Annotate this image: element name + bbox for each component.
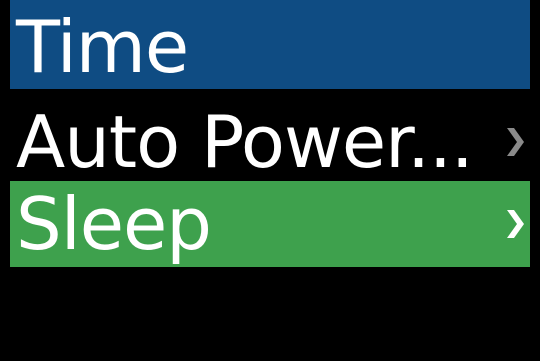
chevron-right-icon [507,128,524,156]
chevron-right-icon [507,210,524,238]
menu-item-auto-power[interactable]: Auto Power... [10,99,530,185]
page-title: Time [16,5,189,89]
menu-item-label: Auto Power... [16,100,474,184]
menu-item-sleep[interactable]: Sleep [10,181,530,267]
header-bar: Time [10,0,530,89]
device-screen: Time Auto Power... Sleep [0,0,540,361]
menu-item-label: Sleep [16,182,212,266]
empty-area [10,267,530,361]
